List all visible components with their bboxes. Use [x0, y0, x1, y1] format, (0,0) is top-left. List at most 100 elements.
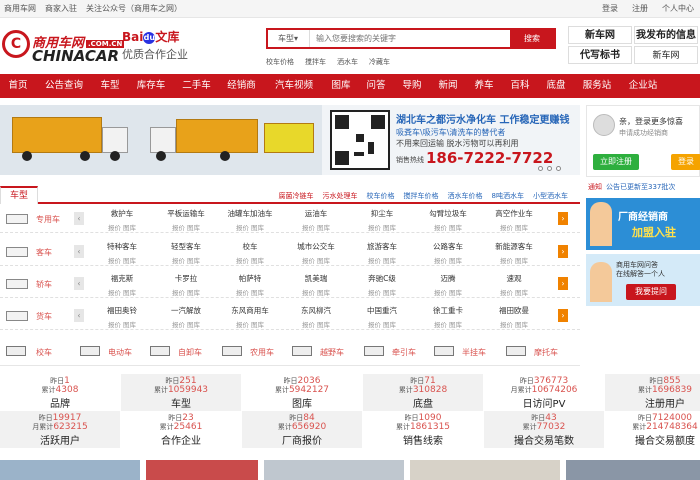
type-label[interactable]: 牵引车 — [392, 347, 416, 358]
photo-thumb[interactable] — [264, 460, 404, 480]
site-logo[interactable]: C 商用车网 .COM.CN CHINACAR — [2, 24, 125, 68]
model-name[interactable]: 速观 — [483, 273, 545, 284]
promo-banner[interactable]: 湖北车之都污水净化车 工作稳定更赚钱 吸粪车\吸污车\清洗车的替代者 不用来回运… — [0, 105, 580, 175]
model-name[interactable]: 救护车 — [91, 208, 153, 219]
price-link[interactable]: 报价 — [236, 321, 249, 329]
gallery-link[interactable]: 图库 — [317, 321, 330, 329]
price-link[interactable]: 报价 — [172, 321, 185, 329]
gallery-link[interactable]: 图库 — [123, 224, 136, 232]
nav-item[interactable]: 车型 — [92, 74, 128, 98]
price-link[interactable]: 报价 — [434, 257, 447, 265]
topbar-link-home[interactable]: 商用车网 — [4, 3, 36, 14]
notice-line[interactable]: 通知 公告已更新至337批次 — [588, 182, 675, 192]
gallery-link[interactable]: 图库 — [187, 321, 200, 329]
register-button[interactable]: 立即注册 — [593, 154, 639, 170]
model-name[interactable]: 轻型客车 — [155, 241, 217, 252]
category-label[interactable]: 专用车 — [36, 214, 60, 225]
gallery-link[interactable]: 图库 — [123, 257, 136, 265]
hot-keyword[interactable]: 冷藏车 — [369, 57, 390, 67]
category-link[interactable]: 8吨洒水车 — [492, 191, 524, 201]
model-name[interactable]: 城市公交车 — [285, 241, 347, 252]
photo-thumb[interactable] — [566, 460, 700, 480]
nav-item[interactable]: 导购 — [394, 74, 430, 98]
type-label[interactable]: 半挂车 — [462, 347, 486, 358]
category-link[interactable]: 腐菌冷链车 — [279, 191, 314, 201]
nav-item[interactable]: 首页 — [0, 74, 36, 98]
price-link[interactable]: 报价 — [434, 289, 447, 297]
gallery-link[interactable]: 图库 — [317, 224, 330, 232]
model-name[interactable]: 油罐车加油车 — [219, 208, 281, 219]
price-link[interactable]: 报价 — [302, 289, 315, 297]
nav-item[interactable]: 服务站 — [574, 74, 620, 98]
model-name[interactable]: 勾臂垃圾车 — [417, 208, 479, 219]
photo-thumb[interactable] — [410, 460, 560, 480]
prev-arrow-icon[interactable]: ‹ — [74, 309, 84, 322]
model-name[interactable]: 公路客车 — [417, 241, 479, 252]
ask-question-button[interactable]: 我要提问 — [626, 284, 676, 300]
model-name[interactable]: 运油车 — [285, 208, 347, 219]
prev-arrow-icon[interactable]: ‹ — [74, 277, 84, 290]
category-label[interactable]: 轿车 — [36, 279, 52, 290]
model-name[interactable]: 福田欧曼 — [483, 305, 545, 316]
price-link[interactable]: 报价 — [500, 321, 513, 329]
nav-item[interactable]: 二手车 — [174, 74, 219, 98]
price-link[interactable]: 报价 — [368, 321, 381, 329]
next-arrow-icon[interactable]: › — [558, 212, 568, 225]
category-label[interactable]: 货车 — [36, 311, 52, 322]
gallery-link[interactable]: 图库 — [251, 289, 264, 297]
gallery-link[interactable]: 图库 — [187, 289, 200, 297]
model-name[interactable]: 高空作业车 — [483, 208, 545, 219]
price-link[interactable]: 报价 — [172, 224, 185, 232]
model-name[interactable]: 中国重汽 — [351, 305, 413, 316]
topbar-link-wechat[interactable]: 关注公众号（商用车之网） — [86, 3, 182, 14]
nav-item[interactable]: 图库 — [324, 74, 358, 98]
model-name[interactable]: 奔驰C级 — [351, 273, 413, 284]
type-label[interactable]: 越野车 — [320, 347, 344, 358]
next-arrow-icon[interactable]: › — [558, 277, 568, 290]
price-link[interactable]: 报价 — [368, 257, 381, 265]
category-link[interactable]: 污水处理车 — [323, 191, 358, 201]
carousel-dot[interactable] — [556, 166, 561, 171]
model-name[interactable]: 福克斯 — [91, 273, 153, 284]
model-name[interactable]: 卡罗拉 — [155, 273, 217, 284]
model-name[interactable]: 东风商用车 — [219, 305, 281, 316]
price-link[interactable]: 报价 — [108, 321, 121, 329]
model-name[interactable]: 一汽解放 — [155, 305, 217, 316]
newcar-link[interactable]: 新车网 — [568, 26, 632, 44]
hot-keyword[interactable]: 搅拌车 — [305, 57, 326, 67]
price-link[interactable]: 报价 — [236, 257, 249, 265]
gallery-link[interactable]: 图库 — [449, 257, 462, 265]
model-name[interactable]: 校车 — [219, 241, 281, 252]
price-link[interactable]: 报价 — [302, 224, 315, 232]
type-label[interactable]: 电动车 — [108, 347, 132, 358]
carousel-dot[interactable] — [538, 166, 543, 171]
newcar-link-2[interactable]: 新车网 — [634, 46, 698, 64]
nav-item[interactable]: 底盘 — [538, 74, 574, 98]
nav-item[interactable]: 问答 — [358, 74, 394, 98]
gallery-link[interactable]: 图库 — [123, 321, 136, 329]
type-label[interactable]: 自卸车 — [178, 347, 202, 358]
gallery-link[interactable]: 图库 — [123, 289, 136, 297]
prev-arrow-icon[interactable]: ‹ — [74, 245, 84, 258]
gallery-link[interactable]: 图库 — [383, 224, 396, 232]
nav-item[interactable]: 新闻 — [430, 74, 466, 98]
category-link[interactable]: 校车价格 — [367, 191, 395, 201]
type-label[interactable]: 摩托车 — [534, 347, 558, 358]
user-center-link[interactable]: 个人中心 — [662, 3, 694, 14]
baidu-wenku-badge[interactable]: Baidu文库 优质合作企业 — [122, 28, 202, 68]
gallery-link[interactable]: 图库 — [383, 321, 396, 329]
model-name[interactable]: 平板运输车 — [155, 208, 217, 219]
model-name[interactable]: 福田奥铃 — [91, 305, 153, 316]
price-link[interactable]: 报价 — [108, 224, 121, 232]
prev-arrow-icon[interactable]: ‹ — [74, 212, 84, 225]
category-label[interactable]: 客车 — [36, 247, 52, 258]
gallery-link[interactable]: 图库 — [515, 257, 528, 265]
price-link[interactable]: 报价 — [108, 257, 121, 265]
topbar-link-merchant[interactable]: 商家入驻 — [45, 3, 77, 14]
hot-keyword[interactable]: 洒水车 — [337, 57, 358, 67]
gallery-link[interactable]: 图库 — [383, 257, 396, 265]
price-link[interactable]: 报价 — [172, 257, 185, 265]
price-link[interactable]: 报价 — [434, 224, 447, 232]
login-button[interactable]: 登录 — [671, 154, 700, 170]
gallery-link[interactable]: 图库 — [251, 257, 264, 265]
